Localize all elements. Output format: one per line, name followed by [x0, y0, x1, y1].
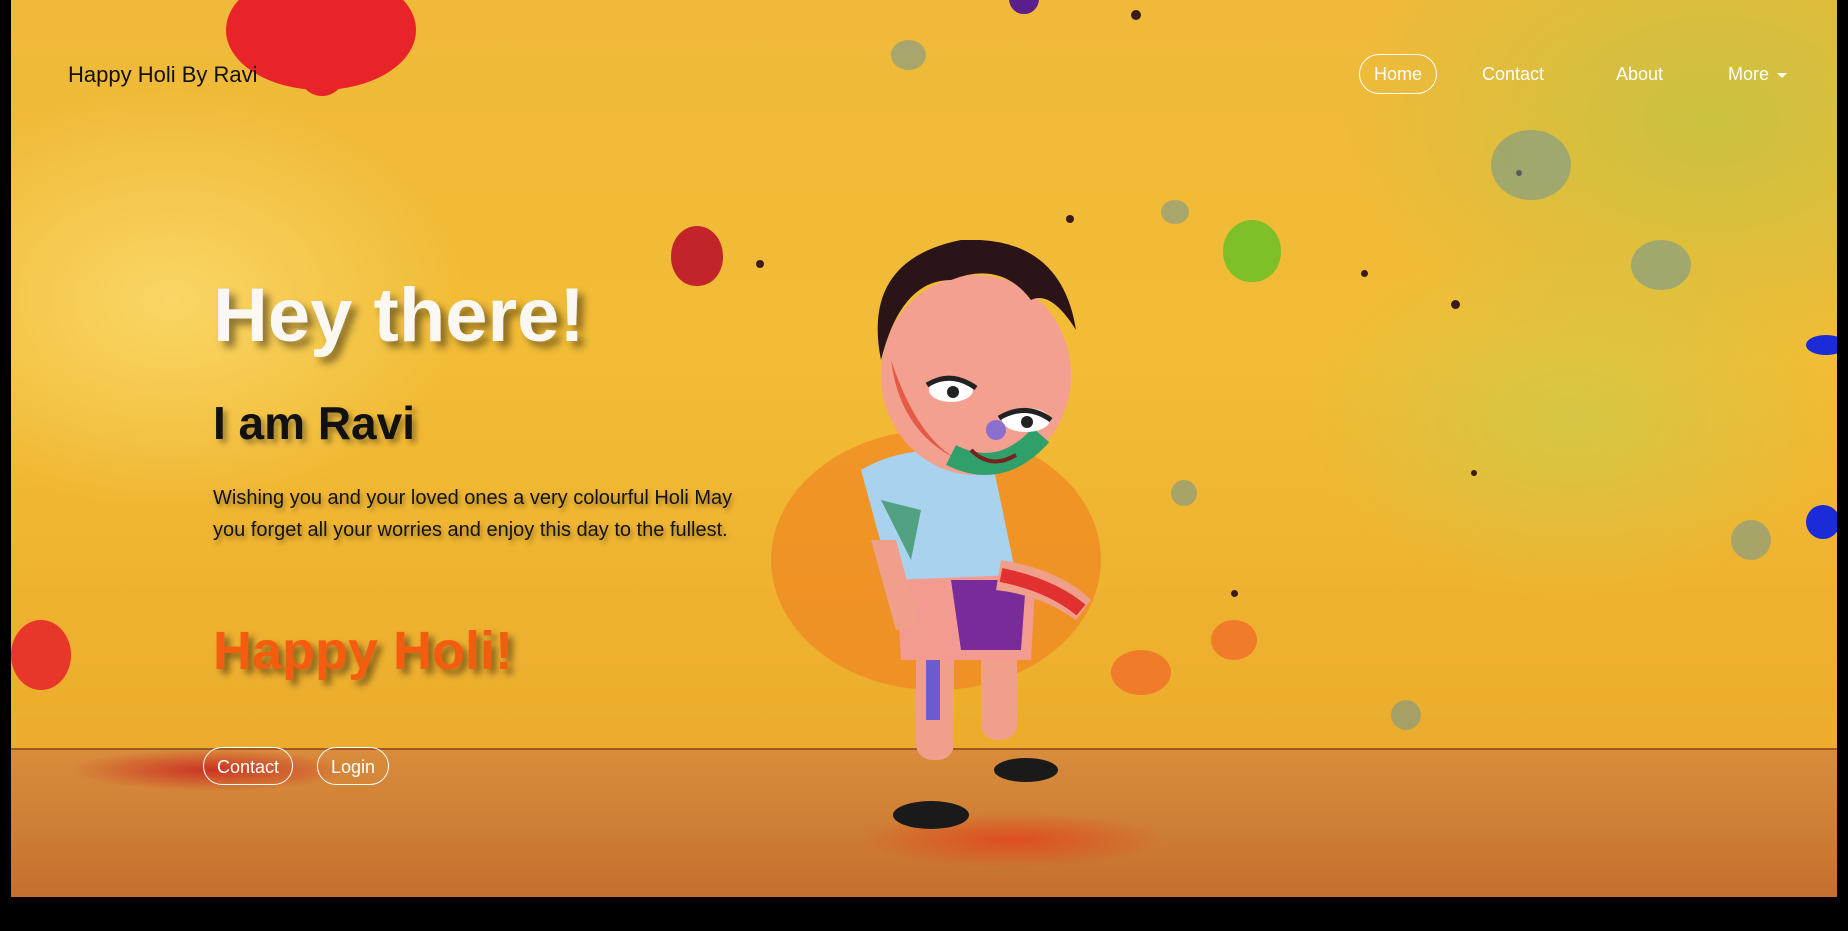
- happy-holi-heading: Happy Holi!: [213, 621, 514, 681]
- paint-drop: [1391, 700, 1421, 730]
- paint-drop: [756, 260, 764, 268]
- nav-link-home[interactable]: Home: [1358, 54, 1437, 94]
- hero-subtitle: I am Ravi: [213, 397, 415, 449]
- nav-link-more-label: More: [1727, 64, 1769, 84]
- nav-link-about[interactable]: About: [1616, 54, 1663, 94]
- paint-drop: [1231, 590, 1238, 597]
- paint-drop: [1066, 215, 1074, 223]
- paint-drop: [1471, 470, 1477, 476]
- blue-paint-splash: [1806, 505, 1837, 539]
- paint-drop: [1491, 130, 1571, 200]
- nav-link-contact[interactable]: Contact: [1482, 54, 1544, 94]
- red-balloon: [671, 226, 723, 286]
- paint-drop: [1361, 270, 1368, 277]
- purple-balloon: [1009, 0, 1039, 14]
- hero-title: Hey there!: [213, 273, 585, 358]
- login-button[interactable]: Login: [317, 747, 390, 785]
- hero-message: Wishing you and your loved ones a very c…: [213, 487, 733, 541]
- paint-drop: [1631, 240, 1691, 290]
- blue-paint-splash: [1806, 335, 1837, 355]
- paint-drop: [891, 40, 926, 70]
- paint-drop: [1161, 200, 1189, 224]
- red-paint-splash: [11, 620, 71, 690]
- nav-link-more-dropdown[interactable]: More: [1728, 54, 1787, 94]
- hero-background: Happy Holi By Ravi Home Contact About Mo…: [11, 0, 1837, 897]
- contact-button[interactable]: Contact: [203, 747, 294, 785]
- orange-paint-splash: [1211, 620, 1257, 660]
- navbar-brand[interactable]: Happy Holi By Ravi: [68, 62, 258, 88]
- red-paint-splash: [299, 50, 345, 96]
- green-balloon: [1223, 220, 1281, 282]
- caret-down-icon: [1777, 72, 1787, 78]
- paint-drop: [1731, 520, 1771, 560]
- holi-boy-illustration: [861, 240, 1091, 829]
- paint-drop: [1131, 10, 1141, 20]
- paint-drop: [1451, 300, 1460, 309]
